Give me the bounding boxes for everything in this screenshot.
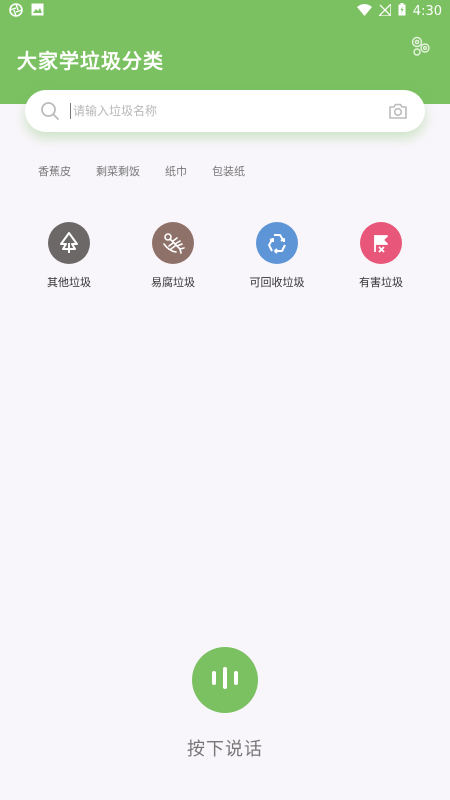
category-recyclable-waste[interactable]: 可回收垃圾: [237, 222, 317, 290]
battery-icon: [398, 3, 406, 20]
search-input[interactable]: [73, 98, 373, 124]
image-icon: [31, 3, 44, 21]
app-title: 大家学垃圾分类: [17, 49, 164, 73]
signal-off-icon: [377, 1, 392, 20]
search-icon[interactable]: [40, 101, 60, 121]
tree-icon: [48, 222, 90, 264]
hot-word[interactable]: 纸巾: [165, 165, 187, 179]
aperture-icon: [9, 3, 23, 21]
wifi-icon: [356, 3, 372, 20]
fish-bone-icon: [152, 222, 194, 264]
voice-bars-icon: [208, 667, 242, 693]
hot-words: 香蕉皮 剩菜剩饭 纸巾 包装纸: [38, 165, 270, 179]
hot-word[interactable]: 剩菜剩饭: [96, 165, 140, 179]
status-bar: 4:30: [0, 0, 450, 22]
settings-icon[interactable]: [410, 35, 432, 57]
voice-label: 按下说话: [187, 739, 263, 760]
category-hazardous-waste[interactable]: 有害垃圾: [341, 222, 421, 290]
search-bar[interactable]: [25, 90, 425, 132]
text-cursor: [70, 103, 71, 119]
category-label: 易腐垃圾: [151, 276, 195, 289]
flag-icon: [360, 222, 402, 264]
camera-icon[interactable]: [388, 101, 408, 121]
hot-word[interactable]: 包装纸: [212, 165, 245, 179]
hot-word[interactable]: 香蕉皮: [38, 165, 71, 179]
voice-button[interactable]: [192, 647, 258, 713]
status-time: 4:30: [412, 3, 442, 19]
category-label: 可回收垃圾: [249, 276, 305, 289]
category-label: 其他垃圾: [47, 276, 91, 289]
category-perishable-waste[interactable]: 易腐垃圾: [133, 222, 213, 290]
recycle-icon: [256, 222, 298, 264]
category-label: 有害垃圾: [359, 276, 403, 289]
category-other-waste[interactable]: 其他垃圾: [29, 222, 109, 290]
